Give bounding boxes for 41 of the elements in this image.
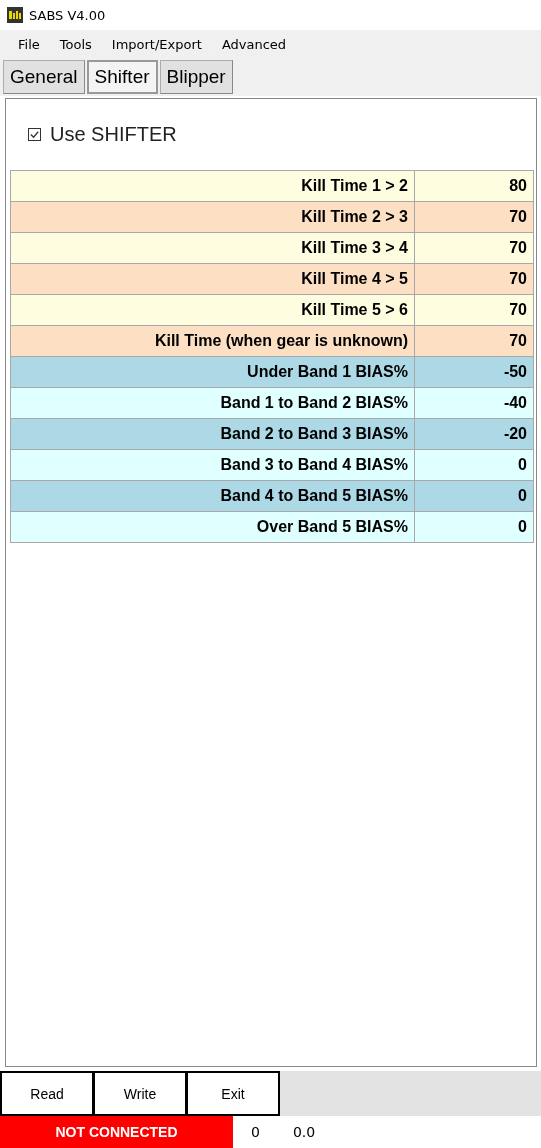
tab[interactable]: Shifter <box>86 60 158 94</box>
window-title: SABS V4.00 <box>29 7 106 23</box>
table-cell[interactable]: 70 <box>414 201 534 233</box>
table-cell: Band 3 to Band 4 BIAS% <box>10 449 415 481</box>
table-cell[interactable]: 80 <box>414 170 534 202</box>
app-icon <box>7 7 23 23</box>
table-cell: Kill Time 4 > 5 <box>10 263 415 295</box>
table-cell[interactable]: 0 <box>414 480 534 512</box>
table-cell: Kill Time 3 > 4 <box>10 232 415 264</box>
action-button[interactable]: Write <box>93 1071 187 1116</box>
menu-item[interactable]: Tools <box>49 36 102 52</box>
table-cell: Over Band 5 BIAS% <box>10 511 415 543</box>
table-cell[interactable]: -40 <box>414 387 534 419</box>
menu-item[interactable]: File <box>8 36 50 52</box>
checkbox-label: Use SHIFTER <box>50 123 177 146</box>
tab[interactable]: General <box>3 60 85 94</box>
table-cell[interactable]: 70 <box>414 232 534 264</box>
status-value: 0.0 <box>292 1124 316 1140</box>
table-cell: Kill Time 1 > 2 <box>10 170 415 202</box>
table-cell[interactable]: 70 <box>414 325 534 357</box>
table-cell[interactable]: 70 <box>414 294 534 326</box>
table-cell[interactable]: -50 <box>414 356 534 388</box>
menu-item[interactable]: Import/Export <box>101 36 212 52</box>
table-cell[interactable]: -20 <box>414 418 534 450</box>
action-button[interactable]: Read <box>0 1071 94 1116</box>
status-value: 0 <box>251 1124 260 1140</box>
checkbox[interactable] <box>28 128 41 141</box>
table-cell: Band 2 to Band 3 BIAS% <box>10 418 415 450</box>
tab[interactable]: Blipper <box>159 60 233 94</box>
table-cell[interactable]: 70 <box>414 263 534 295</box>
table-cell: Band 4 to Band 5 BIAS% <box>10 480 415 512</box>
action-button[interactable]: Exit <box>186 1071 280 1116</box>
connection-status: NOT CONNECTED <box>0 1116 233 1148</box>
table-cell: Under Band 1 BIAS% <box>10 356 415 388</box>
table-cell[interactable]: 0 <box>414 449 534 481</box>
table-cell: Kill Time (when gear is unknown) <box>10 325 415 357</box>
table-cell: Band 1 to Band 2 BIAS% <box>10 387 415 419</box>
table-cell: Kill Time 5 > 6 <box>10 294 415 326</box>
menu-item[interactable]: Advanced <box>211 36 297 52</box>
table-cell: Kill Time 2 > 3 <box>10 201 415 233</box>
table-cell[interactable]: 0 <box>414 511 534 543</box>
